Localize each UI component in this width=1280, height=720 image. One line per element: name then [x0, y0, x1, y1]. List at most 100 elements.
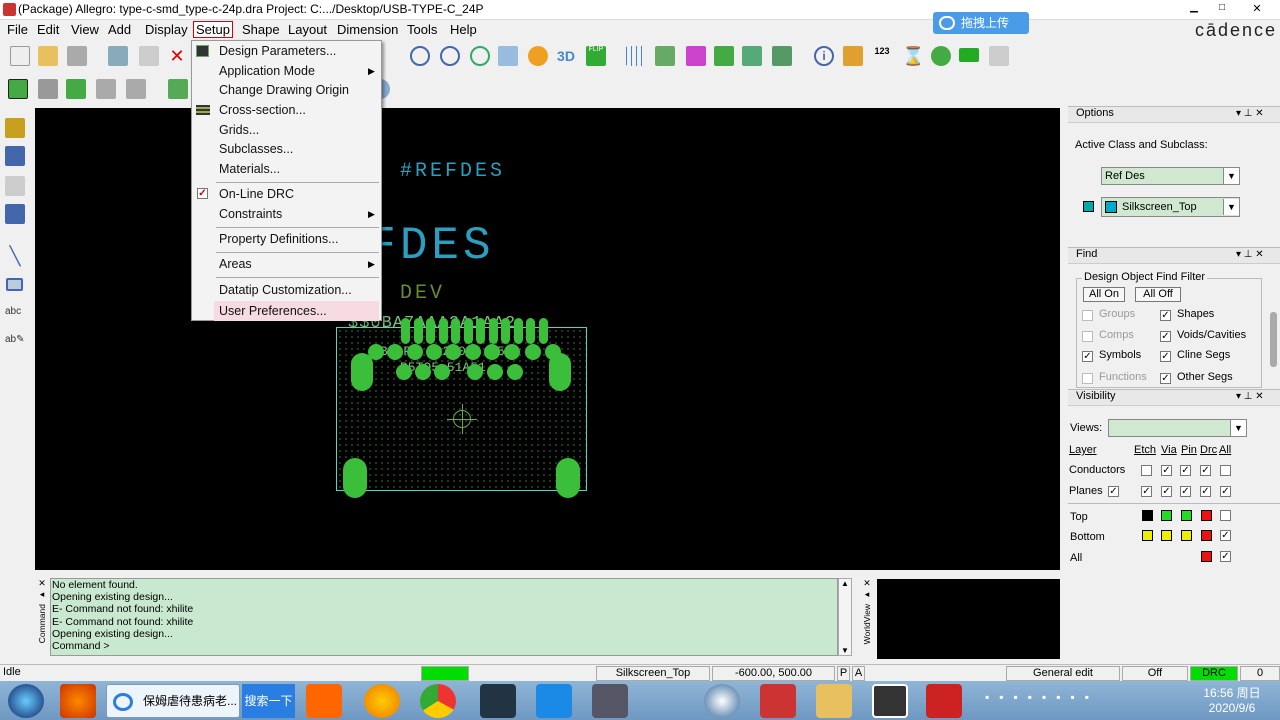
pad[interactable]	[526, 318, 535, 344]
save-icon[interactable]	[67, 46, 87, 66]
zoom-prev-icon[interactable]	[470, 46, 490, 66]
more-icon[interactable]	[989, 46, 1009, 66]
edit-text-icon[interactable]: ab✎	[5, 334, 25, 354]
pad[interactable]	[401, 318, 410, 344]
visibility-checkbox[interactable]	[1220, 465, 1231, 476]
pad[interactable]	[467, 364, 483, 380]
layer-color-swatch[interactable]	[1201, 530, 1212, 541]
layer-visible-checkbox[interactable]: ✓	[1220, 551, 1231, 562]
menuitem-property-definitions[interactable]: Property Definitions...	[219, 232, 339, 246]
maximize-button[interactable]: □	[1210, 2, 1234, 16]
visibility-checkbox[interactable]: ✓	[1180, 465, 1191, 476]
menuitem-subclasses[interactable]: Subclasses...	[219, 142, 293, 156]
pad[interactable]	[343, 458, 367, 498]
grid-icon[interactable]	[626, 46, 646, 66]
custom-smooth-icon[interactable]	[5, 176, 25, 196]
minimize-button[interactable]: ▁	[1182, 2, 1206, 16]
folder-icon[interactable]	[816, 684, 852, 718]
pad[interactable]	[413, 318, 423, 344]
menuitem-cross-section[interactable]: Cross-section...	[219, 103, 306, 117]
panel-controls-icon[interactable]: ▾ ⊥ ✕	[1236, 391, 1264, 402]
upload-button[interactable]: 拖拽上传	[933, 12, 1029, 34]
move-icon[interactable]	[108, 46, 128, 66]
layer-grey-icon-1[interactable]	[96, 79, 116, 99]
three-d-icon[interactable]: 3D	[556, 46, 576, 66]
menuitem-constraints[interactable]: Constraints	[219, 207, 282, 221]
planes-toggle-checkbox[interactable]: ✓	[1108, 486, 1119, 497]
visibility-checkbox[interactable]: ✓	[1200, 465, 1211, 476]
find-checkbox[interactable]: ✓	[1160, 331, 1171, 342]
pad[interactable]	[426, 318, 435, 344]
line-icon[interactable]: ╲	[5, 246, 25, 266]
chat-app-icon[interactable]	[536, 684, 572, 718]
layers-icon[interactable]	[655, 46, 675, 66]
pad[interactable]	[513, 318, 523, 344]
rectangle-icon[interactable]	[6, 278, 23, 291]
all-on-button[interactable]: All On	[1083, 287, 1125, 302]
chevron-up-icon[interactable]: ◂	[35, 589, 49, 600]
chrome-icon[interactable]	[420, 684, 456, 718]
chevron-icon[interactable]: ◂	[860, 589, 874, 600]
route-icon[interactable]	[5, 118, 25, 138]
pad[interactable]	[451, 318, 460, 344]
pad[interactable]	[504, 344, 520, 360]
visibility-checkbox[interactable]: ✓	[1141, 486, 1152, 497]
visibility-checkbox[interactable]: ✓	[1161, 465, 1172, 476]
net-icon[interactable]	[742, 46, 762, 66]
command-prompt[interactable]: Command >	[52, 640, 837, 652]
menu-setup[interactable]: Setup	[193, 21, 233, 38]
command-scrollbar[interactable]: ▲ ▼	[838, 578, 852, 656]
pad[interactable]	[396, 364, 412, 380]
pad[interactable]	[525, 344, 541, 360]
design-canvas[interactable]: #REFDES REFDES DEV $$0BA7AAA2A1AA2 BA1P2…	[35, 108, 1060, 570]
command-log[interactable]: No element found. Opening existing desig…	[50, 578, 838, 656]
pad[interactable]	[407, 344, 423, 360]
pad[interactable]	[501, 318, 510, 344]
find-checkbox[interactable]	[1082, 373, 1093, 384]
menuitem-design-parameters[interactable]: Design Parameters...	[219, 44, 336, 58]
new-icon[interactable]	[10, 46, 30, 66]
pad[interactable]	[488, 318, 498, 344]
property-icon[interactable]	[843, 46, 863, 66]
shadow-icon[interactable]	[714, 46, 734, 66]
menu-tools[interactable]: Tools	[405, 22, 439, 37]
close-icon[interactable]: ✕	[35, 578, 49, 589]
flip-icon[interactable]: FLIP	[586, 46, 606, 66]
find-checkbox[interactable]: ✓	[1160, 310, 1171, 321]
start-button[interactable]	[8, 684, 44, 718]
find-checkbox[interactable]: ✓	[1082, 351, 1093, 362]
menuitem-areas[interactable]: Areas	[219, 257, 252, 271]
menuitem-change-drawing-origin[interactable]: Change Drawing Origin	[219, 83, 349, 97]
layer-grey-icon-2[interactable]	[126, 79, 146, 99]
packaging-app-icon[interactable]	[592, 684, 628, 718]
redraw-icon[interactable]	[528, 46, 548, 66]
all-off-button[interactable]: All Off	[1135, 287, 1181, 302]
menu-view[interactable]: View	[69, 22, 101, 37]
menu-edit[interactable]: Edit	[35, 22, 61, 37]
close-button[interactable]: ✕	[1238, 2, 1276, 16]
layer-color-swatch[interactable]	[1181, 510, 1192, 521]
find-checkbox[interactable]	[1082, 310, 1093, 321]
color-icon[interactable]	[686, 46, 706, 66]
pad[interactable]	[351, 353, 373, 391]
find-scrollbar[interactable]	[1270, 312, 1277, 367]
layer-visible-checkbox[interactable]	[1220, 510, 1231, 521]
menu-add[interactable]: Add	[106, 22, 133, 37]
add-text-icon[interactable]: abc	[5, 306, 25, 326]
r1-icon[interactable]	[959, 48, 979, 62]
zoom-in-icon[interactable]	[410, 46, 430, 66]
delete-icon[interactable]: ✕	[167, 46, 187, 66]
taskbar-search-button[interactable]: 搜索一下	[242, 684, 295, 718]
tray-icons[interactable]: ▪▪▪▪▪▪▪▪	[985, 690, 1099, 704]
menu-file[interactable]: File	[5, 22, 30, 37]
layer-color-swatch[interactable]	[1181, 530, 1192, 541]
find-checkbox[interactable]: ✓	[1160, 373, 1171, 384]
menuitem-user-preferences[interactable]: User Preferences...	[214, 301, 379, 321]
panel-controls-icon[interactable]: ▾ ⊥ ✕	[1236, 249, 1264, 260]
visibility-checkbox[interactable]: ✓	[1220, 486, 1231, 497]
taskbar-browser-tab[interactable]: 保姆虐待患病老...	[106, 684, 240, 718]
pad[interactable]	[549, 353, 571, 391]
subclass-select[interactable]: Silkscreen_Top ▼	[1101, 197, 1240, 217]
menu-help[interactable]: Help	[448, 22, 479, 37]
menu-shape[interactable]: Shape	[240, 22, 282, 37]
